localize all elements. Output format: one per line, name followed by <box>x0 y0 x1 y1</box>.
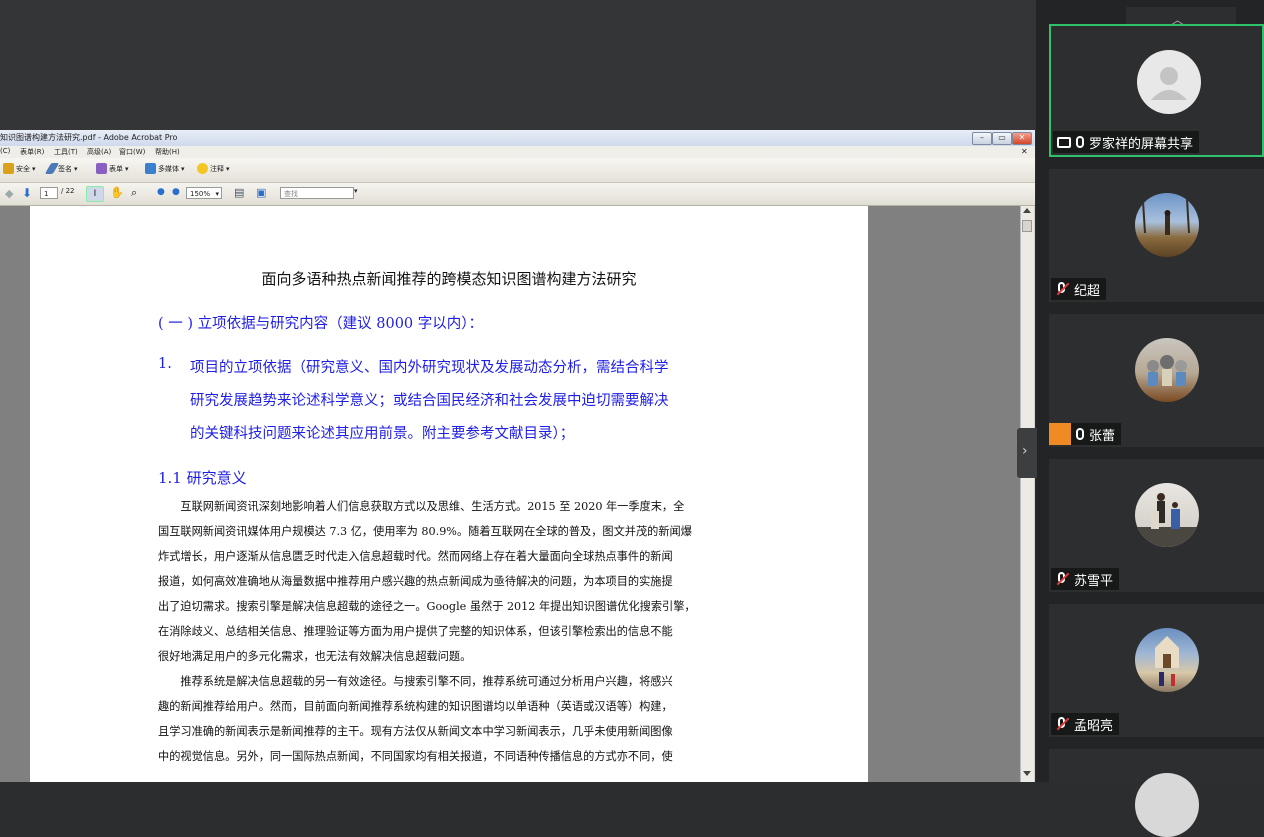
item-line: 的关键科技问题来论述其应用前景。附主要参考文献目录）； <box>190 426 575 442</box>
multimedia-icon <box>145 163 156 174</box>
document-title: 面向多语种热点新闻推荐的跨模态知识图谱构建方法研究 <box>261 270 637 288</box>
participant-tile[interactable]: 孟昭亮 <box>1049 604 1264 737</box>
screen-share-icon <box>1057 136 1071 148</box>
item-number: 1. <box>158 356 172 372</box>
maximize-button[interactable]: ▭ <box>992 132 1012 145</box>
menu-tools[interactable]: 工具(T) <box>54 147 78 157</box>
participant-nametag: 张蕾 <box>1049 423 1122 445</box>
participant-nametag: 纪超 <box>1051 278 1107 300</box>
paragraph-line: 推荐系统是解决信息超载的另一有效途径。与搜索引擎不同，推荐系统可通过分析用户兴趣… <box>158 675 673 688</box>
comment-button[interactable]: 注释 ▾ <box>197 163 230 174</box>
participant-tile[interactable]: 罗家祥的屏幕共享 <box>1049 24 1264 157</box>
minimize-button[interactable]: – <box>972 132 992 145</box>
mic-muted-icon <box>1055 717 1070 731</box>
subsection-heading: 1.1 研究意义 <box>158 469 247 487</box>
participant-tile[interactable]: 张蕾 <box>1049 314 1264 447</box>
chevron-right-icon: › <box>1022 443 1028 459</box>
multimedia-button[interactable]: 多媒体 ▾ <box>145 163 185 174</box>
fit-page-icon[interactable]: ▤ <box>234 186 244 199</box>
section-heading: ( 一 ) 立项依据与研究内容（建议 8000 字以内）： <box>158 316 484 332</box>
paragraph-line: 在消除歧义、总结相关信息、推理验证等方面为用户提供了完整的知识体系，但该引擎检索… <box>158 625 673 638</box>
participant-nametag: 孟昭亮 <box>1051 713 1120 735</box>
acrobat-window: 知识图谱构建方法研究.pdf - Adobe Acrobat Pro – ▭ ✕… <box>0 130 1035 782</box>
collapse-panel-button[interactable]: › <box>1017 428 1037 478</box>
next-page-icon[interactable]: ⬇ <box>22 186 32 200</box>
form-icon <box>96 163 107 174</box>
participant-name: 张蕾 <box>1089 428 1116 444</box>
security-button[interactable]: 安全 ▾ <box>3 163 36 174</box>
navigation-toolbar: ◆ ⬇ 1 / 22 I ✋ ⌕ ● ● 150% ▾ ▤ ▣ 查找 ▾ <box>0 183 1035 206</box>
window-titlebar: 知识图谱构建方法研究.pdf - Adobe Acrobat Pro – ▭ ✕ <box>0 130 1035 147</box>
close-button[interactable]: ✕ <box>1012 132 1032 145</box>
zoom-select[interactable]: 150% ▾ <box>186 187 222 199</box>
video-background <box>0 0 1036 130</box>
zoom-tool-icon[interactable]: ⌕ <box>131 186 137 200</box>
participant-tile[interactable]: 纪超 <box>1049 169 1264 302</box>
tasks-toolbar: 安全 ▾ 签名 ▾ 表单 ▾ 多媒体 ▾ 注释 ▾ <box>0 158 1035 183</box>
paragraph-line: 互联网新闻资讯深刻地影响着人们信息获取方式以及思维、生活方式。2015 至 20… <box>158 500 685 513</box>
avatar <box>1135 773 1199 837</box>
menu-forms[interactable]: 表单(R) <box>20 147 44 157</box>
participant-tile[interactable]: 苏雪平 <box>1049 459 1264 592</box>
forms-button[interactable]: 表单 ▾ <box>96 163 129 174</box>
avatar <box>1135 628 1199 692</box>
paragraph-line: 国互联网新闻资讯媒体用户规模达 7.3 亿，使用率为 80.9%。随着互联网在全… <box>158 525 692 538</box>
mic-muted-icon <box>1055 572 1070 586</box>
sign-button[interactable]: 签名 ▾ <box>44 163 78 174</box>
item-line: 研究发展趋势来论述科学意义；或结合国民经济和社会发展中迫切需要解决 <box>190 393 669 409</box>
menu-edit[interactable]: (C) <box>0 147 10 155</box>
select-tool-icon[interactable]: I <box>86 186 104 202</box>
vertical-scrollbar[interactable] <box>1020 206 1034 782</box>
prev-page-icon[interactable]: ◆ <box>5 187 13 200</box>
hand-tool-icon[interactable]: ✋ <box>110 186 124 199</box>
participant-nametag: 罗家祥的屏幕共享 <box>1053 131 1200 153</box>
item-line: 项目的立项依据（研究意义、国内外研究现状及发展动态分析，需结合科学 <box>190 360 669 376</box>
paragraph-line: 报道，如何高效准确地从海量数据中推荐用户感兴趣的热点新闻成为亟待解决的问题，为本… <box>158 575 673 588</box>
page-total: / 22 <box>61 187 75 195</box>
mic-muted-icon <box>1055 282 1070 296</box>
zoom-in-icon[interactable]: ● <box>172 187 180 197</box>
paragraph-line: 出了迫切需求。搜索引擎是解决信息超载的途径之一。Google 虽然于 2012 … <box>158 600 696 613</box>
pdf-page: 面向多语种热点新闻推荐的跨模态知识图谱构建方法研究 ( 一 ) 立项依据与研究内… <box>30 206 868 782</box>
participant-name: 孟昭亮 <box>1074 718 1114 734</box>
participant-tile[interactable] <box>1049 749 1264 837</box>
mic-on-icon <box>1076 136 1084 148</box>
paragraph-line: 炸式增长，用户逐渐从信息匮乏时代走入信息超载时代。然而网络上存在着大量面向全球热… <box>158 550 673 563</box>
paragraph-line: 且学习准确的新闻表示是新闻推荐的主干。现有方法仅从新闻文本中学习新闻表示，几乎未… <box>158 725 673 738</box>
participant-nametag: 苏雪平 <box>1051 568 1120 590</box>
participant-name: 苏雪平 <box>1074 573 1114 589</box>
fit-width-icon[interactable]: ▣ <box>256 186 266 199</box>
comment-icon <box>197 163 208 174</box>
participant-name: 纪超 <box>1074 283 1101 299</box>
close-doc-icon[interactable]: ✕ <box>1021 147 1028 156</box>
scroll-down-icon[interactable] <box>1023 771 1031 776</box>
avatar <box>1135 483 1199 547</box>
page-number-input[interactable]: 1 <box>40 187 58 199</box>
find-input[interactable]: 查找 <box>280 187 354 199</box>
zoom-out-icon[interactable]: ● <box>157 187 165 197</box>
menu-help[interactable]: 帮助(H) <box>155 147 180 157</box>
paragraph-line: 趣的新闻推荐给用户。然而，目前面向新闻推荐系统构建的知识图谱均以单语种（英语或汉… <box>158 700 673 713</box>
participant-name: 罗家祥的屏幕共享 <box>1089 136 1194 152</box>
mic-on-icon <box>1076 428 1084 440</box>
window-title: 知识图谱构建方法研究.pdf - Adobe Acrobat Pro <box>0 133 178 142</box>
lock-icon <box>3 163 14 174</box>
menu-advanced[interactable]: 高级(A) <box>87 147 111 157</box>
avatar <box>1135 338 1199 402</box>
find-dropdown-icon[interactable]: ▾ <box>354 187 358 195</box>
paragraph-line: 中的视觉信息。另外，同一国际热点新闻，不同国家均有相关报道，不同语种传播信息的方… <box>158 750 673 763</box>
menu-bar: (C) 表单(R) 工具(T) 高级(A) 窗口(W) 帮助(H) ✕ <box>0 146 1035 158</box>
scroll-up-icon[interactable] <box>1023 208 1031 213</box>
avatar <box>1135 193 1199 257</box>
paragraph-line: 很好地满足用户的多元化需求，也无法有效解决信息超载问题。 <box>158 650 472 663</box>
scroll-thumb[interactable] <box>1022 220 1032 232</box>
menu-window[interactable]: 窗口(W) <box>119 147 145 157</box>
avatar <box>1137 50 1201 114</box>
document-pane[interactable]: 面向多语种热点新闻推荐的跨模态知识图谱构建方法研究 ( 一 ) 立项依据与研究内… <box>0 206 1020 782</box>
host-icon <box>1049 423 1071 445</box>
